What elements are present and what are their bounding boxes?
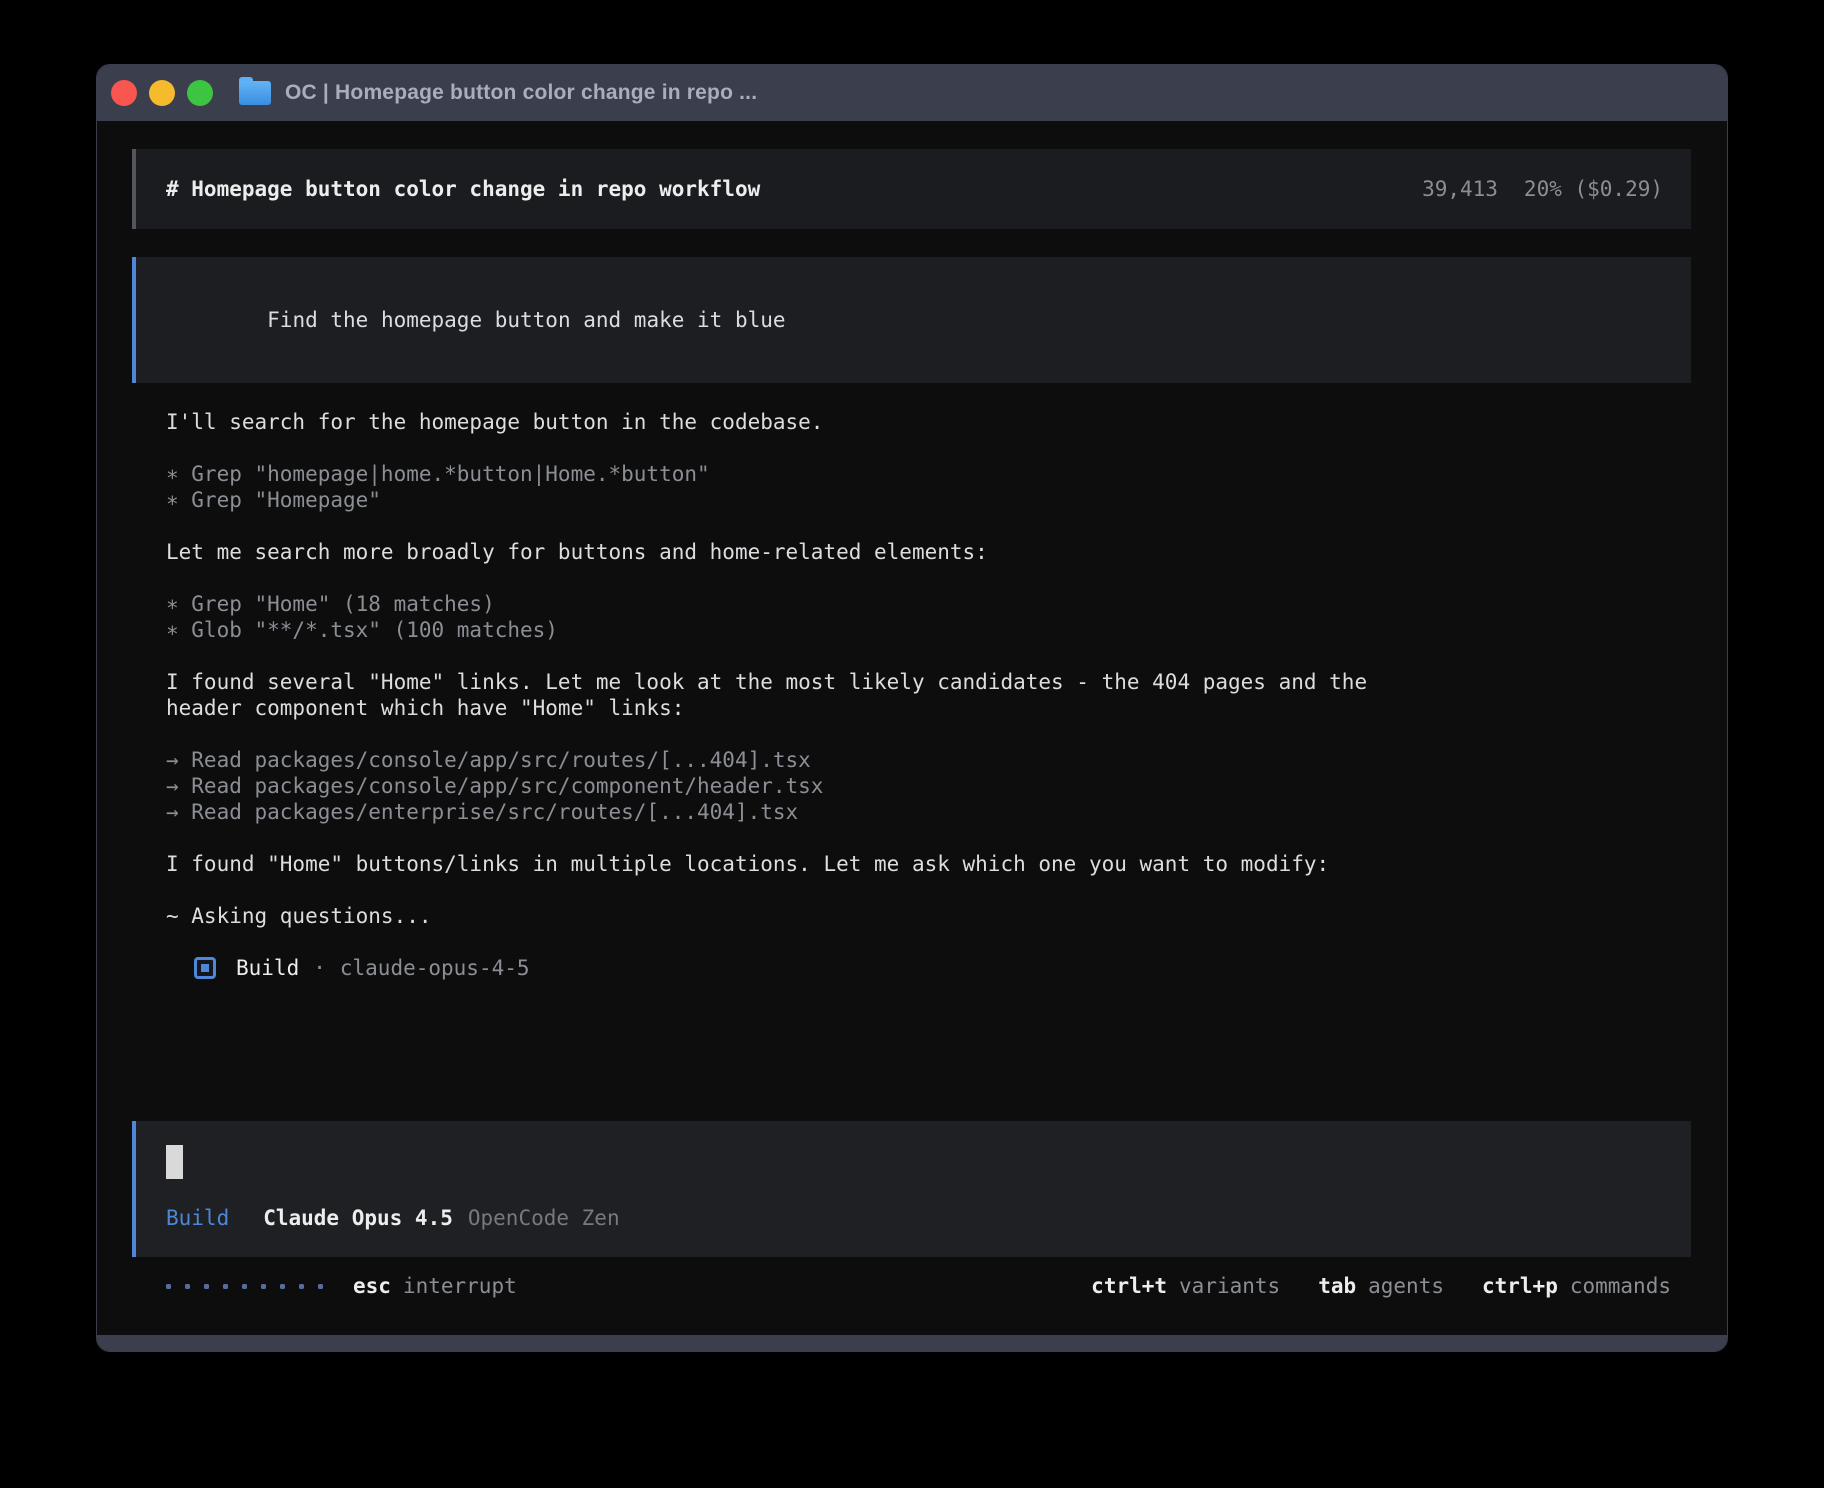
hint-label: commands: [1570, 1273, 1671, 1299]
flex-spacer: [132, 981, 1691, 1121]
tool-call-block: ∗ Grep "homepage|home.*button|Home.*butt…: [166, 461, 1691, 513]
terminal-content: # Homepage button color change in repo w…: [97, 121, 1727, 1335]
status-footer: esc interrupt ctrl+tvariantstabagentsctr…: [166, 1271, 1691, 1301]
terminal-window: OC | Homepage button color change in rep…: [96, 64, 1728, 1352]
message-line: → Read packages/console/app/src/componen…: [166, 773, 1691, 799]
agent-name: Build: [236, 955, 299, 981]
spinner-dots: [166, 1284, 323, 1289]
message-line: → Read packages/console/app/src/routes/[…: [166, 747, 1691, 773]
prompt-mode: Build: [166, 1205, 229, 1231]
assistant-text-block: I'll search for the homepage button in t…: [166, 409, 1691, 435]
keybinding-hint: ctrl+t variants: [1091, 1273, 1280, 1299]
keybinding-hints: ctrl+t variants tab agents ctrl+p commands: [1091, 1273, 1671, 1299]
assistant-text-block: I found "Home" buttons/links in multiple…: [166, 851, 1691, 877]
message-line: ~ Asking questions...: [166, 903, 1691, 929]
spinner-dot: [166, 1284, 171, 1289]
assistant-text-block: ~ Asking questions...: [166, 903, 1691, 929]
spinner-dot: [204, 1284, 209, 1289]
agent-status-row: Build · claude-opus-4-5: [194, 955, 1691, 981]
keybinding-hint: tab agents: [1318, 1273, 1444, 1299]
user-message-text: Find the homepage button and make it blu…: [267, 308, 785, 332]
window-bottom-frame: [97, 1335, 1727, 1351]
message-line: Let me search more broadly for buttons a…: [166, 539, 1691, 565]
spinner-dot: [242, 1284, 247, 1289]
hint-label: agents: [1368, 1273, 1444, 1299]
window-titlebar[interactable]: OC | Homepage button color change in rep…: [97, 65, 1727, 121]
agent-build-icon: [194, 957, 216, 979]
spinner-dot: [280, 1284, 285, 1289]
tool-call-block: ∗ Grep "Home" (18 matches)∗ Glob "**/*.t…: [166, 591, 1691, 643]
close-button[interactable]: [111, 80, 137, 106]
context-cost: 20% ($0.29): [1524, 176, 1663, 202]
message-line: I found several "Home" links. Let me loo…: [166, 669, 1691, 695]
agent-model: claude-opus-4-5: [340, 955, 530, 981]
hint-label: variants: [1179, 1273, 1280, 1299]
text-cursor: [166, 1145, 183, 1179]
hint-key: ctrl+p: [1482, 1273, 1558, 1299]
folder-icon: [239, 81, 271, 105]
spinner-dot: [223, 1284, 228, 1289]
user-message: Find the homepage button and make it blu…: [132, 257, 1691, 383]
zoom-button[interactable]: [187, 80, 213, 106]
interrupt-label: interrupt: [403, 1273, 517, 1299]
keybinding-hint: ctrl+p commands: [1482, 1273, 1671, 1299]
session-header: # Homepage button color change in repo w…: [132, 149, 1691, 229]
esc-key-label: esc: [353, 1273, 391, 1299]
prompt-provider: OpenCode Zen: [468, 1205, 620, 1231]
traffic-lights: [111, 80, 213, 106]
interrupt-hint: esc interrupt: [353, 1273, 517, 1299]
hint-key: tab: [1318, 1273, 1356, 1299]
message-line: ∗ Glob "**/*.tsx" (100 matches): [166, 617, 1691, 643]
spinner-dot: [299, 1284, 304, 1289]
session-stats: 39,413 20% ($0.29): [1422, 176, 1663, 202]
agent-separator: ·: [313, 955, 326, 981]
prompt-input[interactable]: Build Claude Opus 4.5 OpenCode Zen: [132, 1121, 1691, 1257]
session-title: # Homepage button color change in repo w…: [166, 176, 760, 202]
tool-call-block: → Read packages/console/app/src/routes/[…: [166, 747, 1691, 825]
conversation: I'll search for the homepage button in t…: [166, 409, 1691, 929]
desktop: OC | Homepage button color change in rep…: [0, 0, 1824, 1488]
message-line: ∗ Grep "Homepage": [166, 487, 1691, 513]
message-line: header component which have "Home" links…: [166, 695, 1691, 721]
message-line: I'll search for the homepage button in t…: [166, 409, 1691, 435]
message-line: I found "Home" buttons/links in multiple…: [166, 851, 1691, 877]
message-line: ∗ Grep "homepage|home.*button|Home.*butt…: [166, 461, 1691, 487]
prompt-model: Claude Opus 4.5: [263, 1205, 453, 1231]
spinner-dot: [261, 1284, 266, 1289]
spinner-dot: [318, 1284, 323, 1289]
prompt-meta: Build Claude Opus 4.5 OpenCode Zen: [166, 1205, 1661, 1231]
token-count: 39,413: [1422, 176, 1498, 202]
window-title: OC | Homepage button color change in rep…: [285, 80, 757, 106]
message-line: ∗ Grep "Home" (18 matches): [166, 591, 1691, 617]
minimize-button[interactable]: [149, 80, 175, 106]
assistant-text-block: Let me search more broadly for buttons a…: [166, 539, 1691, 565]
hint-key: ctrl+t: [1091, 1273, 1167, 1299]
message-line: → Read packages/enterprise/src/routes/[.…: [166, 799, 1691, 825]
assistant-text-block: I found several "Home" links. Let me loo…: [166, 669, 1691, 721]
spinner-dot: [185, 1284, 190, 1289]
